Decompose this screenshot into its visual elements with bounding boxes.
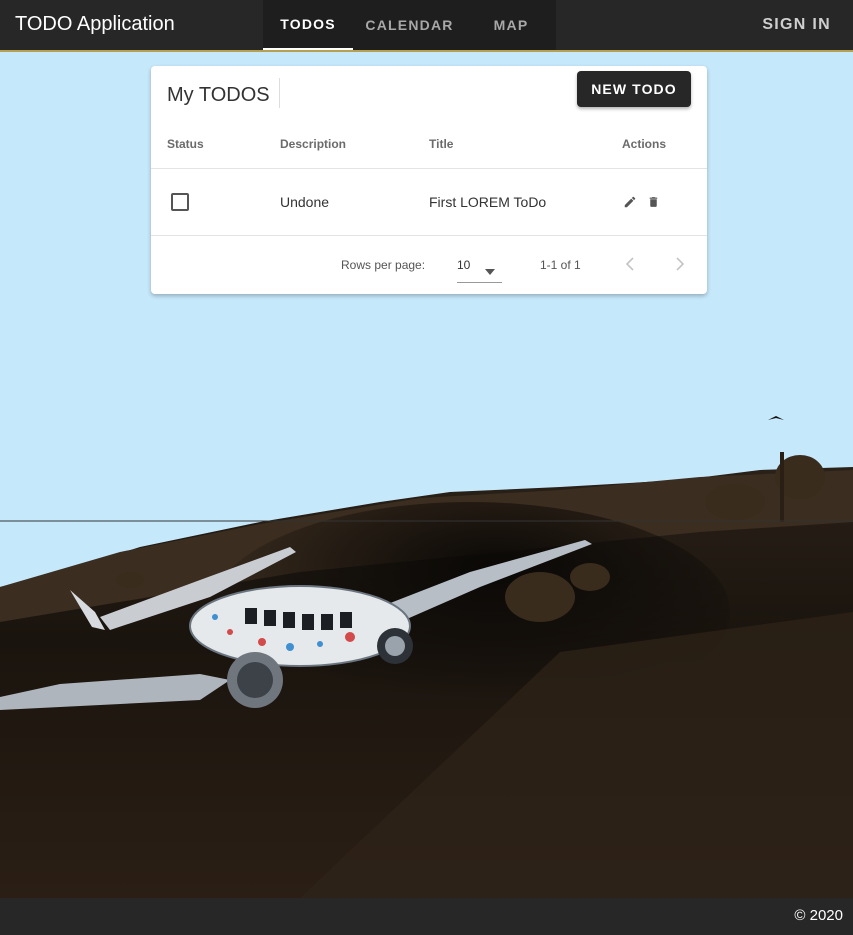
column-header-actions: Actions	[622, 137, 667, 151]
title-divider	[279, 78, 280, 108]
row-description: Undone	[280, 194, 330, 210]
card-title: My TODOS	[167, 84, 270, 106]
column-header-status[interactable]: Status	[167, 137, 204, 151]
nav-tabs: TODOS CALENDAR MAP	[263, 0, 556, 50]
chevron-left-icon[interactable]	[625, 257, 635, 276]
chevron-right-icon[interactable]	[675, 257, 685, 276]
tab-calendar[interactable]: CALENDAR	[353, 0, 466, 50]
app-title: TODO Application	[15, 13, 175, 35]
new-todo-button[interactable]: NEW TODO	[577, 71, 691, 107]
column-header-title[interactable]: Title	[429, 137, 453, 151]
trash-icon[interactable]	[647, 195, 660, 214]
tab-map[interactable]: MAP	[466, 0, 556, 50]
row-divider	[151, 235, 707, 236]
row-title: First LOREM ToDo	[429, 194, 547, 210]
footer-bar: © 2020	[0, 898, 853, 935]
app-bar: TODO Application TODOS CALENDAR MAP SIGN…	[0, 0, 853, 52]
status-checkbox[interactable]	[171, 193, 189, 211]
header-divider	[151, 168, 707, 169]
pagination-range: 1-1 of 1	[540, 258, 581, 272]
copyright-text: © 2020	[794, 907, 843, 924]
rows-per-page-label: Rows per page:	[341, 258, 426, 272]
rows-per-page-value: 10	[457, 258, 471, 272]
chevron-down-icon	[485, 262, 495, 280]
tab-todos[interactable]: TODOS	[263, 0, 353, 50]
todo-card: My TODOS NEW TODO Status Description Tit…	[151, 66, 707, 294]
sign-in-button[interactable]: SIGN IN	[762, 16, 831, 34]
pencil-icon[interactable]	[623, 195, 637, 214]
column-header-description[interactable]: Description	[280, 137, 346, 151]
rows-per-page-select[interactable]: 10	[457, 252, 502, 283]
